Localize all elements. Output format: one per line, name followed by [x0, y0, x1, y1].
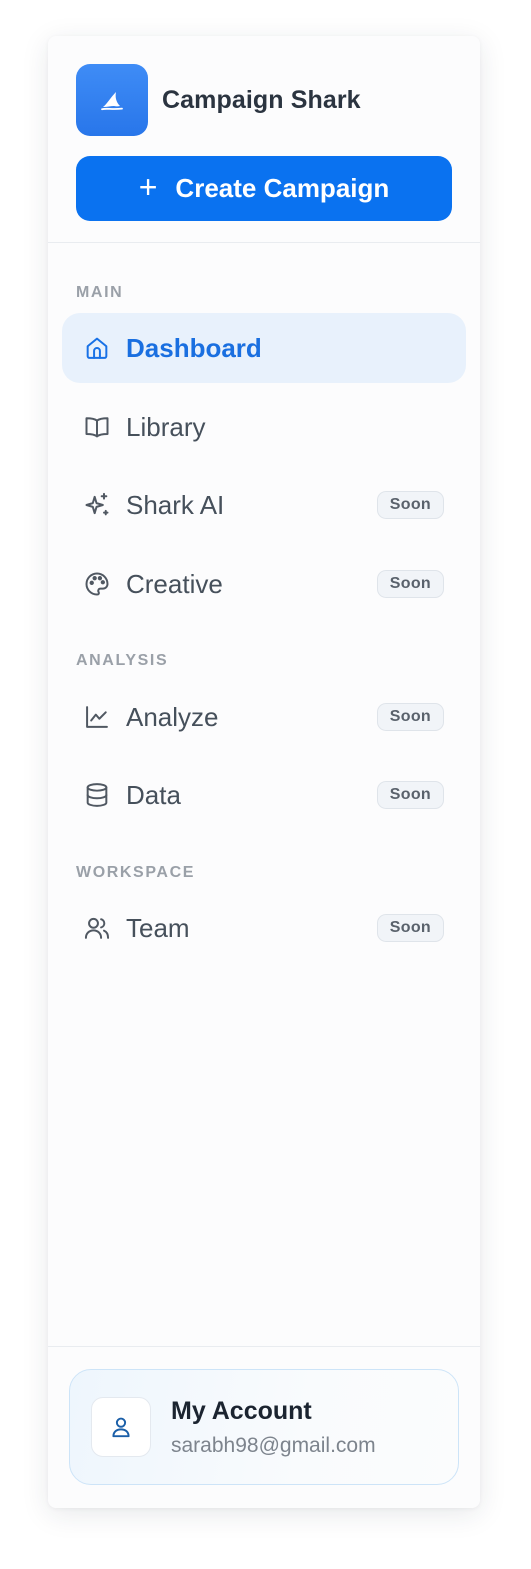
nav-label-shark-ai: Shark AI [126, 489, 225, 520]
nav-label-analyze: Analyze [126, 701, 219, 732]
nav-item-creative[interactable]: Creative Soon [62, 549, 466, 619]
account-text: My Account sarabh98@gmail.com [171, 1397, 376, 1458]
nav-item-analyze[interactable]: Analyze Soon [62, 682, 466, 752]
home-icon [82, 333, 112, 363]
brand-name: Campaign Shark [162, 85, 361, 114]
nav-label-team: Team [126, 912, 190, 943]
soon-badge: Soon [376, 570, 444, 598]
soon-badge: Soon [376, 781, 444, 809]
create-campaign-button[interactable]: + Create Campaign [76, 156, 452, 221]
brand[interactable]: Campaign Shark [76, 64, 361, 136]
nav-item-library[interactable]: Library [62, 392, 466, 462]
create-campaign-label: Create Campaign [175, 173, 390, 203]
nav-item-dashboard[interactable]: Dashboard [62, 313, 466, 383]
nav-item-data[interactable]: Data Soon [62, 760, 466, 830]
soon-badge: Soon [376, 703, 444, 731]
plus-icon: + [138, 169, 158, 205]
section-title-analysis: ANALYSIS [76, 652, 169, 669]
section-title-workspace: WORKSPACE [76, 864, 195, 881]
nav-label-library: Library [126, 411, 206, 442]
sparkles-icon [82, 490, 112, 520]
section-title-main: MAIN [76, 284, 124, 301]
nav-item-shark-ai[interactable]: Shark AI Soon [62, 470, 466, 540]
shark-fin-icon [76, 64, 148, 136]
sidebar: Campaign Shark + Create Campaign MAIN Da… [48, 36, 480, 1508]
account-name: My Account [171, 1396, 312, 1425]
book-open-icon [82, 412, 112, 442]
footer-divider [48, 1346, 480, 1347]
line-chart-icon [82, 702, 112, 732]
user-icon [91, 1397, 151, 1457]
nav-label-dashboard: Dashboard [126, 332, 262, 363]
nav-label-creative: Creative [126, 568, 223, 599]
palette-icon [82, 569, 112, 599]
nav-label-data: Data [126, 779, 181, 810]
header-divider [48, 242, 480, 243]
soon-badge: Soon [376, 491, 444, 519]
account-email: sarabh98@gmail.com [171, 1433, 376, 1457]
users-icon [82, 913, 112, 943]
soon-badge: Soon [376, 914, 444, 942]
nav-item-team[interactable]: Team Soon [62, 893, 466, 963]
account-card[interactable]: My Account sarabh98@gmail.com [69, 1369, 459, 1485]
database-icon [82, 780, 112, 810]
